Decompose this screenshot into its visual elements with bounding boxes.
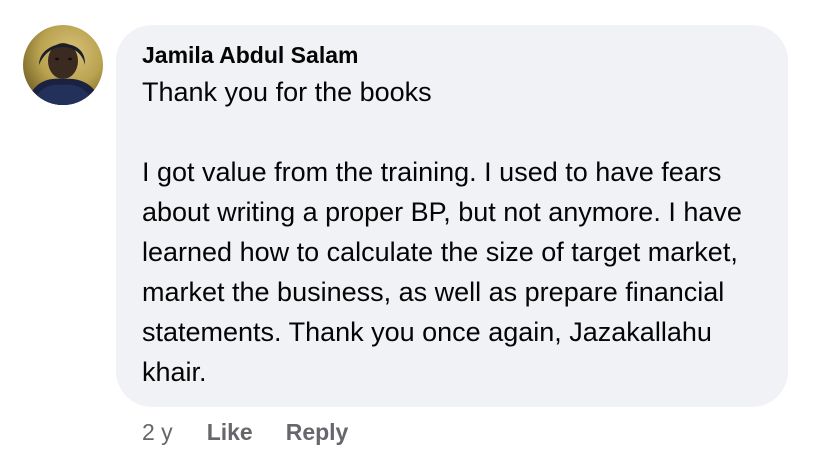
avatar[interactable] [23,25,103,105]
timestamp[interactable]: 2 y [142,419,173,446]
comment-bubble: Jamila Abdul Salam Thank you for the boo… [116,25,788,407]
reply-button[interactable]: Reply [286,419,349,446]
comment-paragraph: I got value from the training. I used to… [142,157,742,387]
comment-actions: 2 y Like Reply [142,415,381,449]
comment-text: Thank you for the books I got value from… [142,72,762,392]
comment-paragraph: Thank you for the books [142,77,432,107]
author-name[interactable]: Jamila Abdul Salam [142,40,762,70]
like-button[interactable]: Like [207,419,253,446]
profile-photo-icon [27,43,101,105]
comment: Jamila Abdul Salam Thank you for the boo… [0,0,828,462]
